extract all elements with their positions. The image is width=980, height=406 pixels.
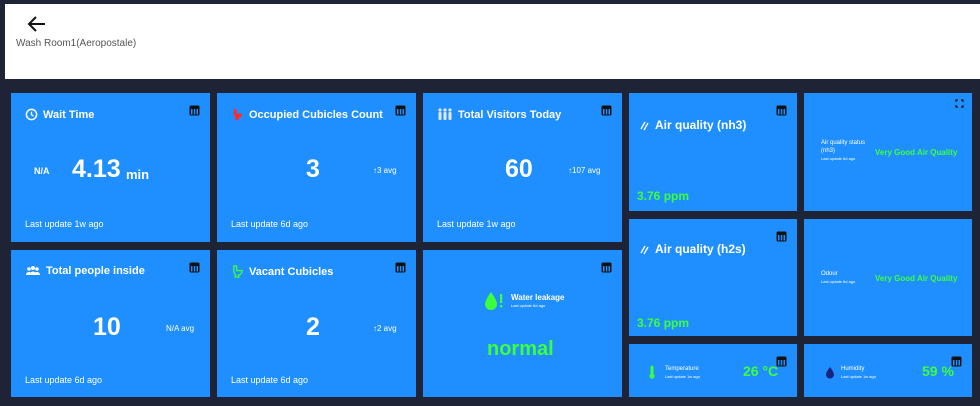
- clock-icon: [25, 108, 38, 121]
- card-title: Vacant Cubicles: [231, 265, 333, 278]
- table-icon[interactable]: [776, 231, 787, 242]
- humidity-drop-icon: [826, 367, 834, 379]
- leakage-sub: Last update 6d ago: [511, 303, 546, 308]
- wait-time-footer: Last update 1w ago: [25, 219, 104, 229]
- people-icon: [26, 266, 40, 275]
- nh3-value: 3.76 ppm: [637, 189, 690, 203]
- air-quality-h2s-card[interactable]: Air quality (h2s) 3.76 ppm: [629, 219, 797, 336]
- leakage-label-block: Water leakage Last update 6d ago: [511, 294, 565, 310]
- thermometer-icon: [649, 365, 655, 379]
- people-value: 10: [93, 313, 121, 341]
- people-footer: Last update 6d ago: [25, 375, 103, 385]
- occupied-value: 3: [306, 155, 320, 183]
- temperature-card[interactable]: Temperature Last update 1w ago 26 °C: [629, 344, 797, 397]
- card-title: Total people inside: [25, 265, 145, 277]
- visitors-footer: Last update 1w ago: [437, 219, 516, 229]
- occupied-cubicles-card[interactable]: Occupied Cubicles Count 3 ↑3 avg Last up…: [217, 93, 416, 242]
- occupied-footer: Last update 6d ago: [231, 219, 309, 229]
- people-avg: N/A avg: [166, 324, 195, 333]
- vacant-cubicles-card[interactable]: Vacant Cubicles 2 ↑2 avg Last update 6d …: [217, 250, 416, 397]
- table-icon[interactable]: [395, 105, 406, 116]
- card-title: Air quality (nh3): [639, 118, 746, 132]
- visitors-icon: [438, 108, 452, 120]
- humidity-sub: Last update 1w ago: [841, 374, 876, 379]
- wait-time-value: 4.13: [72, 155, 121, 183]
- nh3-title: Air quality (nh3): [655, 118, 747, 132]
- h2s-value: 3.76 ppm: [637, 316, 690, 330]
- vacant-title: Vacant Cubicles: [249, 265, 334, 278]
- toilet-icon: [233, 108, 243, 121]
- temperature-label: Temperature: [665, 366, 699, 372]
- air-quality-nh3-card[interactable]: Air quality (nh3) 3.76 ppm: [629, 93, 797, 211]
- odour-sub: Last update 6d ago: [821, 279, 856, 284]
- vacant-footer: Last update 6d ago: [231, 375, 309, 385]
- table-icon[interactable]: [395, 262, 406, 273]
- nh3-status-value: Very Good Air Quality: [875, 148, 958, 157]
- header: Wash Room1(Aeropostale): [5, 4, 980, 79]
- humidity-value: 59 %: [922, 363, 954, 379]
- visitors-avg: ↑107 avg: [568, 166, 601, 175]
- air-icon: [640, 121, 649, 130]
- vacant-value: 2: [306, 313, 320, 341]
- vacant-avg: ↑2 avg: [373, 324, 397, 333]
- toilet-icon: [233, 265, 243, 278]
- wait-time-card[interactable]: Wait Time N/A 4.13 min Last update 1w ag…: [11, 93, 210, 242]
- wait-time-left-value: N/A: [34, 166, 50, 176]
- humidity-card[interactable]: Humidity Last update 1w ago 59 %: [804, 344, 972, 397]
- wait-time-title: Wait Time: [43, 108, 95, 121]
- visitors-avg-text: 107 avg: [572, 166, 601, 175]
- card-title: Occupied Cubicles Count: [231, 108, 383, 121]
- odour-card[interactable]: Odour Last update 6d ago Very Good Air Q…: [804, 219, 972, 336]
- temperature-value: 26 °C: [743, 363, 779, 379]
- card-title: Air quality (h2s): [639, 242, 746, 256]
- wait-time-unit: min: [126, 167, 150, 182]
- odour-value: Very Good Air Quality: [875, 274, 958, 283]
- air-icon: [640, 245, 649, 254]
- occupied-avg-text: 3 avg: [377, 166, 397, 175]
- page-title: Wash Room1(Aeropostale): [16, 38, 137, 49]
- table-icon[interactable]: [601, 105, 612, 116]
- card-title: Wait Time: [25, 108, 94, 121]
- humidity-label: Humidity: [841, 366, 865, 372]
- table-icon[interactable]: [189, 105, 200, 116]
- odour-label-block: Odour Last update 6d ago: [821, 270, 855, 286]
- people-title: Total people inside: [46, 265, 145, 277]
- leakage-label: Water leakage: [511, 293, 565, 302]
- air-quality-status-card[interactable]: Air quality status (nh3) Last update 6d …: [804, 93, 972, 211]
- odour-label: Odour: [821, 271, 838, 277]
- card-title: Total Visitors Today: [437, 108, 561, 121]
- table-icon[interactable]: [601, 262, 612, 273]
- expand-icon[interactable]: [955, 99, 964, 108]
- people-inside-card[interactable]: Total people inside 10 N/A avg Last upda…: [11, 250, 210, 397]
- back-button[interactable]: [25, 12, 49, 36]
- vacant-avg-text: 2 avg: [377, 324, 397, 333]
- temperature-label-block: Temperature Last update 1w ago: [665, 365, 700, 381]
- nh3-status-sub: Last update 6d ago: [821, 156, 856, 161]
- visitors-card[interactable]: Total Visitors Today 60 ↑107 avg Last up…: [423, 93, 622, 242]
- visitors-title: Total Visitors Today: [458, 108, 562, 121]
- water-drop-icon: [485, 292, 503, 310]
- humidity-label-block: Humidity Last update 1w ago: [841, 365, 876, 381]
- visitors-value: 60: [505, 155, 533, 183]
- occupied-avg: ↑3 avg: [373, 166, 397, 175]
- back-arrow-icon[interactable]: [25, 12, 49, 36]
- occupied-title: Occupied Cubicles Count: [249, 108, 383, 121]
- water-leakage-card[interactable]: Water leakage Last update 6d ago normal: [423, 250, 622, 397]
- leakage-value: normal: [487, 338, 554, 360]
- h2s-title: Air quality (h2s): [655, 242, 746, 256]
- nh3-status-label-block: Air quality status (nh3) Last update 6d …: [821, 139, 871, 163]
- nh3-status-label: Air quality status (nh3): [821, 140, 866, 154]
- table-icon[interactable]: [189, 262, 200, 273]
- temperature-sub: Last update 1w ago: [665, 374, 700, 379]
- table-icon[interactable]: [776, 105, 787, 116]
